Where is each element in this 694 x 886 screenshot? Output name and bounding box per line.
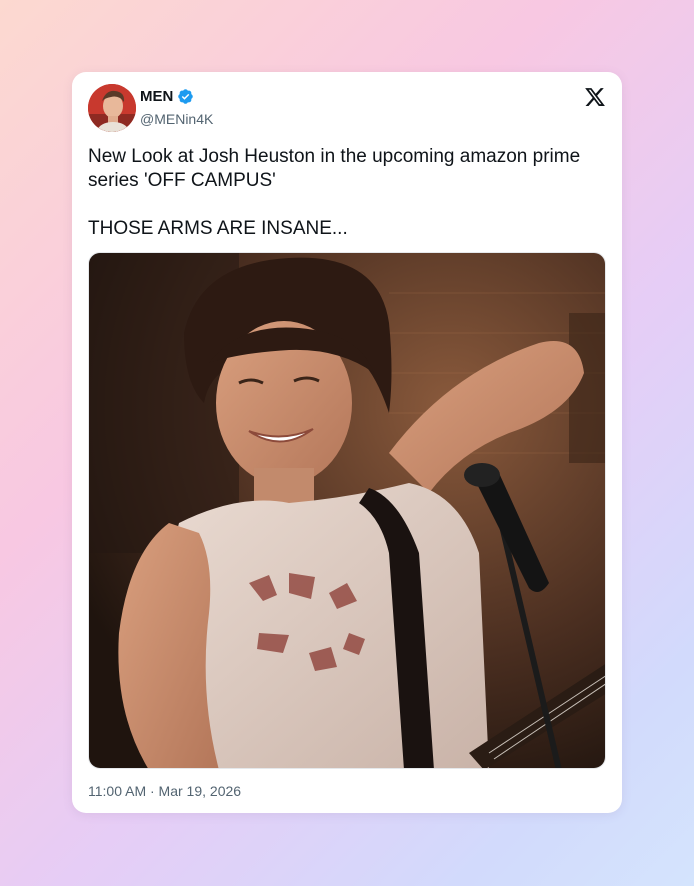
author-name[interactable]: MEN [140,88,194,105]
author-name-text[interactable]: MEN [140,88,173,105]
tweet-text: New Look at Josh Heuston in the upcoming… [88,146,581,239]
tweet-card[interactable]: MEN @MENin4K New Look at Josh Heuston in… [72,72,622,813]
x-logo-icon[interactable] [584,86,606,108]
tweet-timestamp[interactable]: 11:00 AM · Mar 19, 2026 [88,783,241,799]
verified-badge-icon [177,88,194,105]
author-avatar[interactable] [88,84,136,132]
tweet-photo[interactable] [88,252,606,769]
author-handle[interactable]: @MENin4K [140,111,213,127]
